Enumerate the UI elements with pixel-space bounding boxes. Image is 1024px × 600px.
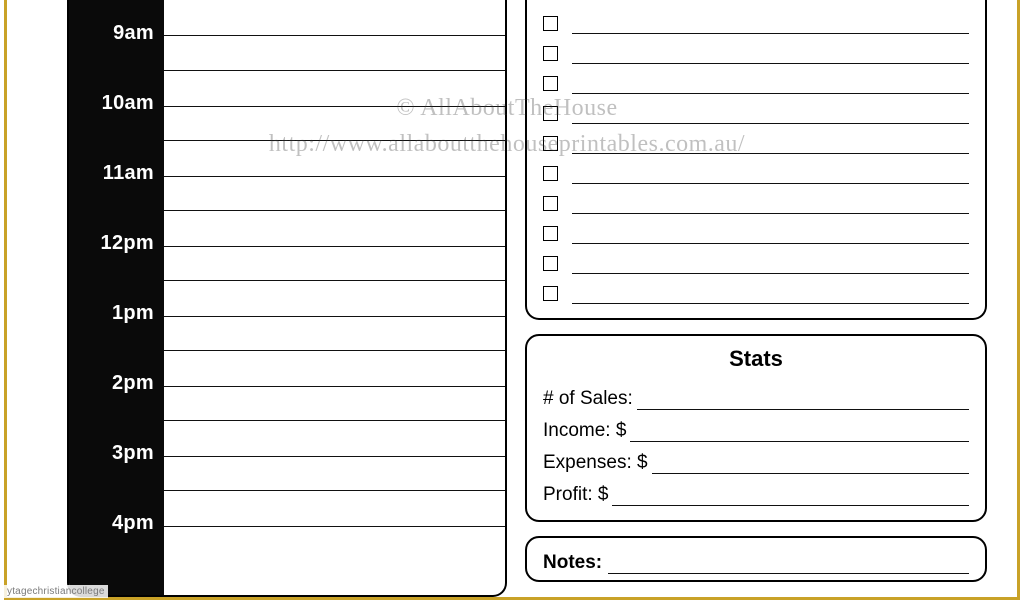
outer-frame: 9am 10am 11am 12pm 1pm 2pm 3pm 4pm xyxy=(4,0,1020,600)
write-line[interactable] xyxy=(572,274,969,304)
checkbox-icon[interactable] xyxy=(543,46,558,61)
half-hour-line xyxy=(164,35,505,36)
half-hour-line xyxy=(164,386,505,387)
checkbox-icon[interactable] xyxy=(543,136,558,151)
checklist-row[interactable] xyxy=(543,154,969,184)
write-line[interactable] xyxy=(572,244,969,274)
write-line[interactable] xyxy=(637,378,969,410)
checklist-row[interactable] xyxy=(543,94,969,124)
stat-label: Expenses: $ xyxy=(543,452,652,474)
time-label: 11am xyxy=(69,162,154,185)
checklist-card xyxy=(525,0,987,320)
write-line[interactable] xyxy=(652,442,969,474)
stat-line-sales[interactable]: # of Sales: xyxy=(543,378,969,410)
stats-title: Stats xyxy=(543,346,969,372)
page: 9am 10am 11am 12pm 1pm 2pm 3pm 4pm xyxy=(67,0,987,597)
checkbox-icon[interactable] xyxy=(543,196,558,211)
checkbox-icon[interactable] xyxy=(543,76,558,91)
stat-label: # of Sales: xyxy=(543,388,637,410)
checklist-row[interactable] xyxy=(543,274,969,304)
checkbox-icon[interactable] xyxy=(543,286,558,301)
schedule-column: 9am 10am 11am 12pm 1pm 2pm 3pm 4pm xyxy=(67,0,507,597)
write-line[interactable] xyxy=(572,94,969,124)
checkbox-icon[interactable] xyxy=(543,226,558,241)
schedule-row[interactable] xyxy=(164,350,505,420)
half-hour-line xyxy=(164,456,505,457)
write-line[interactable] xyxy=(572,154,969,184)
time-label: 3pm xyxy=(69,442,154,465)
write-line[interactable] xyxy=(572,124,969,154)
checkbox-icon[interactable] xyxy=(543,166,558,181)
time-label: 10am xyxy=(69,92,154,115)
notes-title: Notes: xyxy=(543,552,602,574)
schedule-row[interactable] xyxy=(164,490,505,560)
write-line[interactable] xyxy=(572,184,969,214)
time-label: 2pm xyxy=(69,372,154,395)
half-hour-line xyxy=(164,176,505,177)
checkbox-icon[interactable] xyxy=(543,106,558,121)
checklist-row[interactable] xyxy=(543,184,969,214)
stats-card: Stats # of Sales: Income: $ Expenses: $ … xyxy=(525,334,987,522)
write-line[interactable] xyxy=(608,548,969,574)
stat-line-profit[interactable]: Profit: $ xyxy=(543,474,969,506)
checkbox-icon[interactable] xyxy=(543,16,558,31)
right-column: Stats # of Sales: Income: $ Expenses: $ … xyxy=(525,0,987,597)
checklist-row[interactable] xyxy=(543,244,969,274)
notes-card: Notes: xyxy=(525,536,987,582)
schedule-card: 9am 10am 11am 12pm 1pm 2pm 3pm 4pm xyxy=(67,0,507,597)
time-label: 12pm xyxy=(69,232,154,255)
time-label: 1pm xyxy=(69,302,154,325)
schedule-row[interactable] xyxy=(164,420,505,490)
checkbox-icon[interactable] xyxy=(543,256,558,271)
checklist-row[interactable] xyxy=(543,34,969,64)
schedule-row[interactable] xyxy=(164,70,505,140)
write-line[interactable] xyxy=(572,64,969,94)
stat-line-income[interactable]: Income: $ xyxy=(543,410,969,442)
half-hour-line xyxy=(164,246,505,247)
half-hour-line xyxy=(164,526,505,527)
checklist-row[interactable] xyxy=(543,214,969,244)
write-line[interactable] xyxy=(572,4,969,34)
write-line[interactable] xyxy=(630,410,969,442)
write-line[interactable] xyxy=(612,474,969,506)
checklist-row[interactable] xyxy=(543,64,969,94)
schedule-row[interactable] xyxy=(164,280,505,350)
time-label: 4pm xyxy=(69,512,154,535)
stat-label: Profit: $ xyxy=(543,484,612,506)
time-labels-column: 9am 10am 11am 12pm 1pm 2pm 3pm 4pm xyxy=(69,0,164,595)
half-hour-line xyxy=(164,106,505,107)
stat-line-expenses[interactable]: Expenses: $ xyxy=(543,442,969,474)
write-line[interactable] xyxy=(572,214,969,244)
time-label: 9am xyxy=(69,22,154,45)
schedule-row[interactable] xyxy=(164,140,505,210)
stat-label: Income: $ xyxy=(543,420,630,442)
schedule-row[interactable] xyxy=(164,210,505,280)
checklist-row[interactable] xyxy=(543,124,969,154)
schedule-lines xyxy=(164,0,505,595)
half-hour-line xyxy=(164,316,505,317)
columns: 9am 10am 11am 12pm 1pm 2pm 3pm 4pm xyxy=(67,0,987,597)
corner-tag: ytagechristiancollege xyxy=(4,585,108,598)
checklist-row[interactable] xyxy=(543,4,969,34)
write-line[interactable] xyxy=(572,34,969,64)
schedule-row[interactable] xyxy=(164,0,505,70)
